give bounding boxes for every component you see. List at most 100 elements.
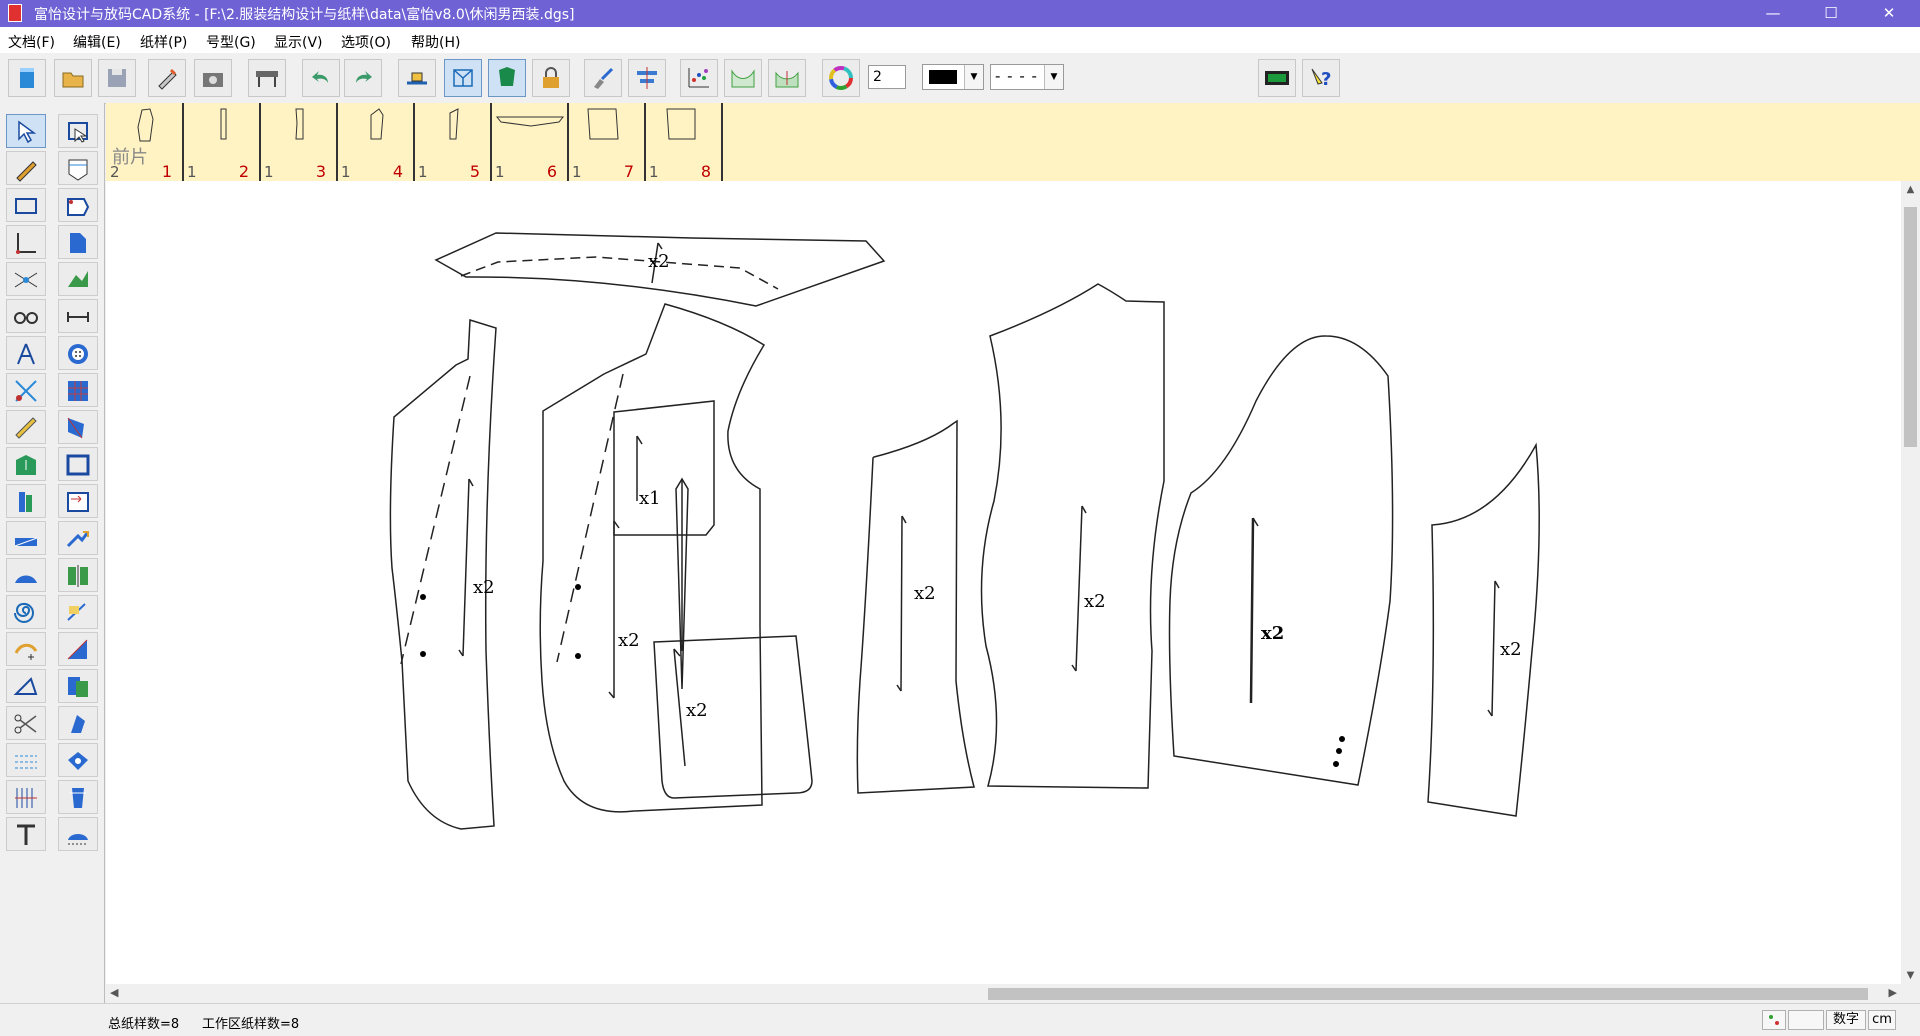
- scroll-down-icon[interactable]: ▼: [1901, 970, 1920, 981]
- grading-table-icon[interactable]: [398, 59, 436, 97]
- rotate-piece-icon[interactable]: [58, 706, 98, 740]
- piece-thumb-4[interactable]: 1 4: [339, 103, 415, 181]
- strip-icon[interactable]: [6, 521, 46, 555]
- menu-file[interactable]: 文档(F): [8, 32, 55, 52]
- menu-size[interactable]: 号型(G): [206, 32, 256, 52]
- pencil-draw-icon[interactable]: [6, 151, 46, 185]
- scissors-icon[interactable]: [6, 706, 46, 740]
- line-width-input[interactable]: [868, 65, 906, 89]
- help-icon[interactable]: ?: [1302, 59, 1340, 97]
- vertical-scroll-thumb[interactable]: [1904, 207, 1917, 447]
- seam-allowance-icon[interactable]: [58, 447, 98, 481]
- menu-edit[interactable]: 编辑(E): [73, 32, 121, 52]
- menu-view[interactable]: 显示(V): [274, 32, 323, 52]
- line-style-picker[interactable]: - - - - ▼: [990, 64, 1064, 90]
- piece-select-icon[interactable]: [58, 114, 98, 148]
- scroll-left-icon[interactable]: ◀: [110, 986, 118, 999]
- camera-icon[interactable]: [194, 59, 232, 97]
- spiral-icon[interactable]: [6, 595, 46, 629]
- blue-piece-icon[interactable]: [58, 188, 98, 222]
- scroll-up-icon[interactable]: ▲: [1901, 184, 1920, 195]
- piece-view-icon[interactable]: [444, 59, 482, 97]
- hem-icon[interactable]: [6, 743, 46, 777]
- side-panel-piece[interactable]: [856, 419, 975, 794]
- piece-thumb-3[interactable]: 1 3: [262, 103, 338, 181]
- dart-icon[interactable]: [6, 447, 46, 481]
- horizontal-scroll-thumb[interactable]: [988, 988, 1868, 1000]
- pocket-icon[interactable]: [58, 151, 98, 185]
- open-folder-icon[interactable]: [54, 59, 92, 97]
- folded-piece-icon[interactable]: [6, 558, 46, 592]
- chest-pocket-piece[interactable]: [613, 400, 715, 536]
- piece-number: 1: [161, 162, 172, 181]
- copy-piece-icon[interactable]: [58, 669, 98, 703]
- mirror-piece-icon[interactable]: [58, 521, 98, 555]
- color-wheel-icon[interactable]: [822, 59, 860, 97]
- menu-options[interactable]: 选项(O): [341, 32, 391, 52]
- piece-info-icon[interactable]: [58, 743, 98, 777]
- new-file-icon[interactable]: [8, 59, 46, 97]
- front-right-piece[interactable]: [539, 303, 766, 813]
- piece-thumb-7[interactable]: 1 7: [570, 103, 646, 181]
- lock-icon[interactable]: [532, 59, 570, 97]
- top-sleeve-piece[interactable]: [1168, 335, 1394, 786]
- brush-icon[interactable]: [584, 59, 622, 97]
- piece-frame-icon[interactable]: [58, 410, 98, 444]
- corner-seam-icon[interactable]: [58, 558, 98, 592]
- redo-icon[interactable]: [344, 59, 382, 97]
- piece-thumb-2[interactable]: 1 2: [185, 103, 261, 181]
- angle-icon[interactable]: [6, 669, 46, 703]
- seam-icon[interactable]: [6, 780, 46, 814]
- piece-thumb-5[interactable]: 1 5: [416, 103, 492, 181]
- horizontal-scrollbar[interactable]: ◀ ▶: [106, 984, 1901, 1003]
- fold-piece-icon[interactable]: [724, 59, 762, 97]
- button-icon[interactable]: [58, 299, 98, 333]
- piece-corner-icon[interactable]: [58, 595, 98, 629]
- corner-icon[interactable]: [6, 225, 46, 259]
- under-sleeve-piece[interactable]: [1427, 442, 1540, 817]
- scroll-right-icon[interactable]: ▶: [1889, 986, 1897, 999]
- unfold-piece-icon[interactable]: [768, 59, 806, 97]
- align-icon[interactable]: [628, 59, 666, 97]
- menu-pattern[interactable]: 纸样(P): [140, 32, 187, 52]
- color-picker[interactable]: ▼: [922, 64, 984, 90]
- text-icon[interactable]: [6, 817, 46, 851]
- ruler-area-icon[interactable]: [58, 373, 98, 407]
- menu-help[interactable]: 帮助(H): [411, 32, 460, 52]
- select-arrow-icon[interactable]: [6, 114, 46, 148]
- piece-thumb-1[interactable]: 前片 2 1: [108, 103, 184, 181]
- film-icon[interactable]: [1258, 59, 1296, 97]
- ruler-icon[interactable]: [6, 410, 46, 444]
- compass-icon[interactable]: [6, 336, 46, 370]
- plotter-icon[interactable]: [248, 59, 286, 97]
- rotate-icon[interactable]: [6, 632, 46, 666]
- piece-thumb-6[interactable]: 1 6: [493, 103, 569, 181]
- measure-icon[interactable]: [58, 262, 98, 296]
- piece-thumb-8[interactable]: 1 8: [647, 103, 723, 181]
- workspace-canvas[interactable]: x2 x2 x2 x1 x2 x2 x2 x2 x2: [106, 181, 1901, 984]
- pencil-icon[interactable]: [148, 59, 186, 97]
- split-piece-icon[interactable]: [58, 632, 98, 666]
- save-icon[interactable]: [98, 59, 136, 97]
- lower-pocket-piece[interactable]: [653, 635, 813, 799]
- vertical-scrollbar[interactable]: ▲ ▼: [1901, 181, 1920, 984]
- grid-pattern-icon[interactable]: [58, 336, 98, 370]
- maximize-button[interactable]: ☐: [1808, 0, 1854, 27]
- rectangle-icon[interactable]: [6, 188, 46, 222]
- back-piece[interactable]: [980, 283, 1165, 789]
- fill-piece-icon[interactable]: [488, 59, 526, 97]
- notch-icon[interactable]: [58, 225, 98, 259]
- flip-icon[interactable]: [58, 484, 98, 518]
- cut-line-icon[interactable]: [6, 373, 46, 407]
- glasses-icon[interactable]: [6, 299, 46, 333]
- front-left-piece[interactable]: [389, 319, 497, 830]
- sleeve-grade-icon[interactable]: [58, 817, 98, 851]
- minimize-button[interactable]: —: [1750, 0, 1796, 27]
- marker-icon[interactable]: [58, 780, 98, 814]
- close-button[interactable]: ✕: [1866, 0, 1912, 27]
- piece-number: 7: [623, 162, 634, 181]
- intersect-icon[interactable]: [6, 262, 46, 296]
- scatter-points-icon[interactable]: [680, 59, 718, 97]
- pleat-icon[interactable]: [6, 484, 46, 518]
- undo-icon[interactable]: [302, 59, 340, 97]
